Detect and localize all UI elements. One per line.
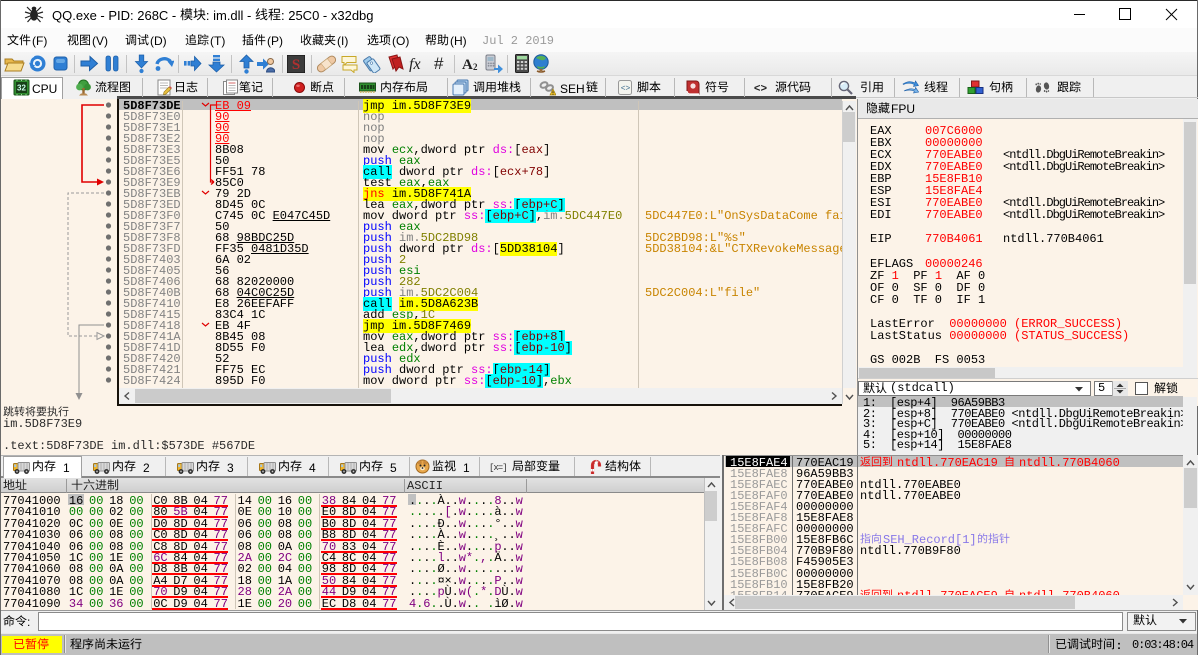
svg-text:A: A xyxy=(462,57,473,72)
svg-text:<>: <> xyxy=(621,85,631,94)
svg-text:[x=]: [x=] xyxy=(489,463,506,473)
svg-text:#: # xyxy=(434,55,444,72)
svg-text:2: 2 xyxy=(473,62,478,72)
svg-text:<>: <> xyxy=(754,84,768,96)
svg-text:fx: fx xyxy=(409,56,421,72)
svg-text:S: S xyxy=(292,57,300,73)
